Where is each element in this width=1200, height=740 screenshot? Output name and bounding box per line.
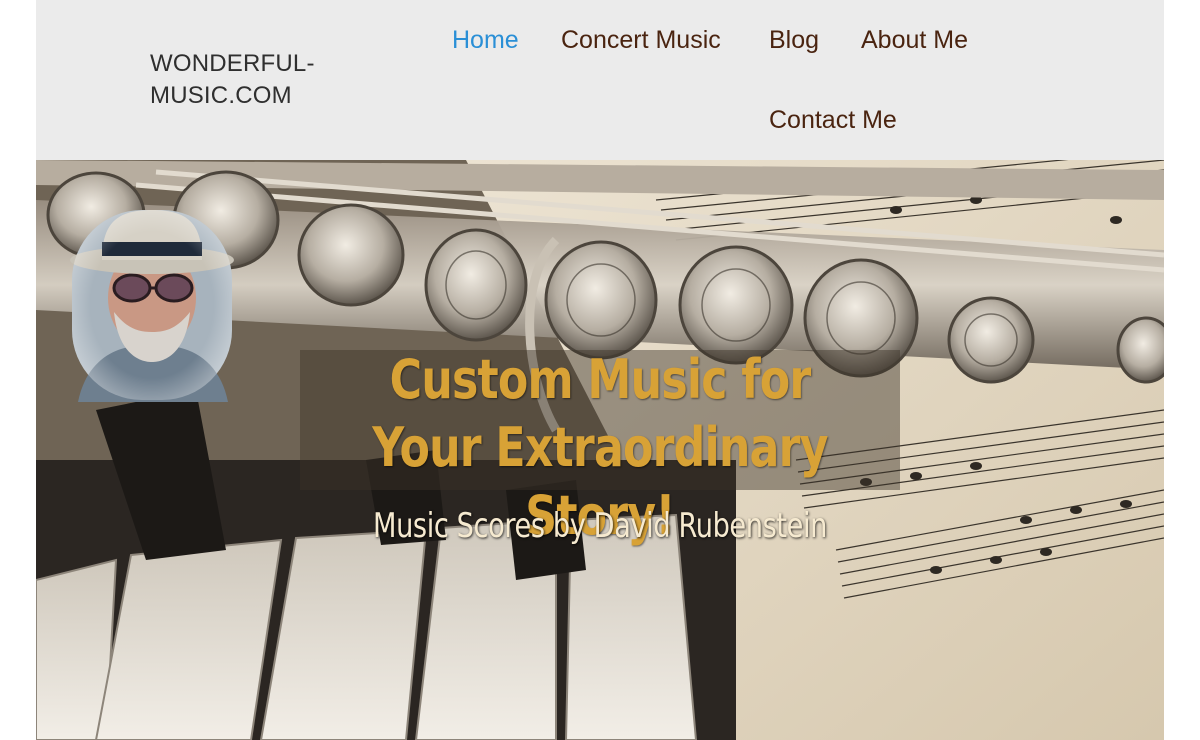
site-header: WONDERFUL- MUSIC.COM Home Concert Music … [36, 0, 1164, 160]
author-portrait [70, 210, 234, 402]
hero-banner: Custom Music for Your Extraordinary Stor… [36, 160, 1164, 740]
nav-item-about-me[interactable]: About Me [861, 25, 968, 55]
site-brand-link[interactable]: WONDERFUL- MUSIC.COM [150, 48, 350, 112]
page: WONDERFUL- MUSIC.COM Home Concert Music … [36, 0, 1164, 740]
nav-item-contact-me[interactable]: Contact Me [769, 105, 897, 135]
nav-item-home[interactable]: Home [452, 25, 519, 55]
hero-subtitle: Music Scores by David Rubenstein [373, 506, 827, 546]
nav-item-blog[interactable]: Blog [769, 25, 819, 55]
nav-item-concert-music[interactable]: Concert Music [561, 25, 721, 55]
